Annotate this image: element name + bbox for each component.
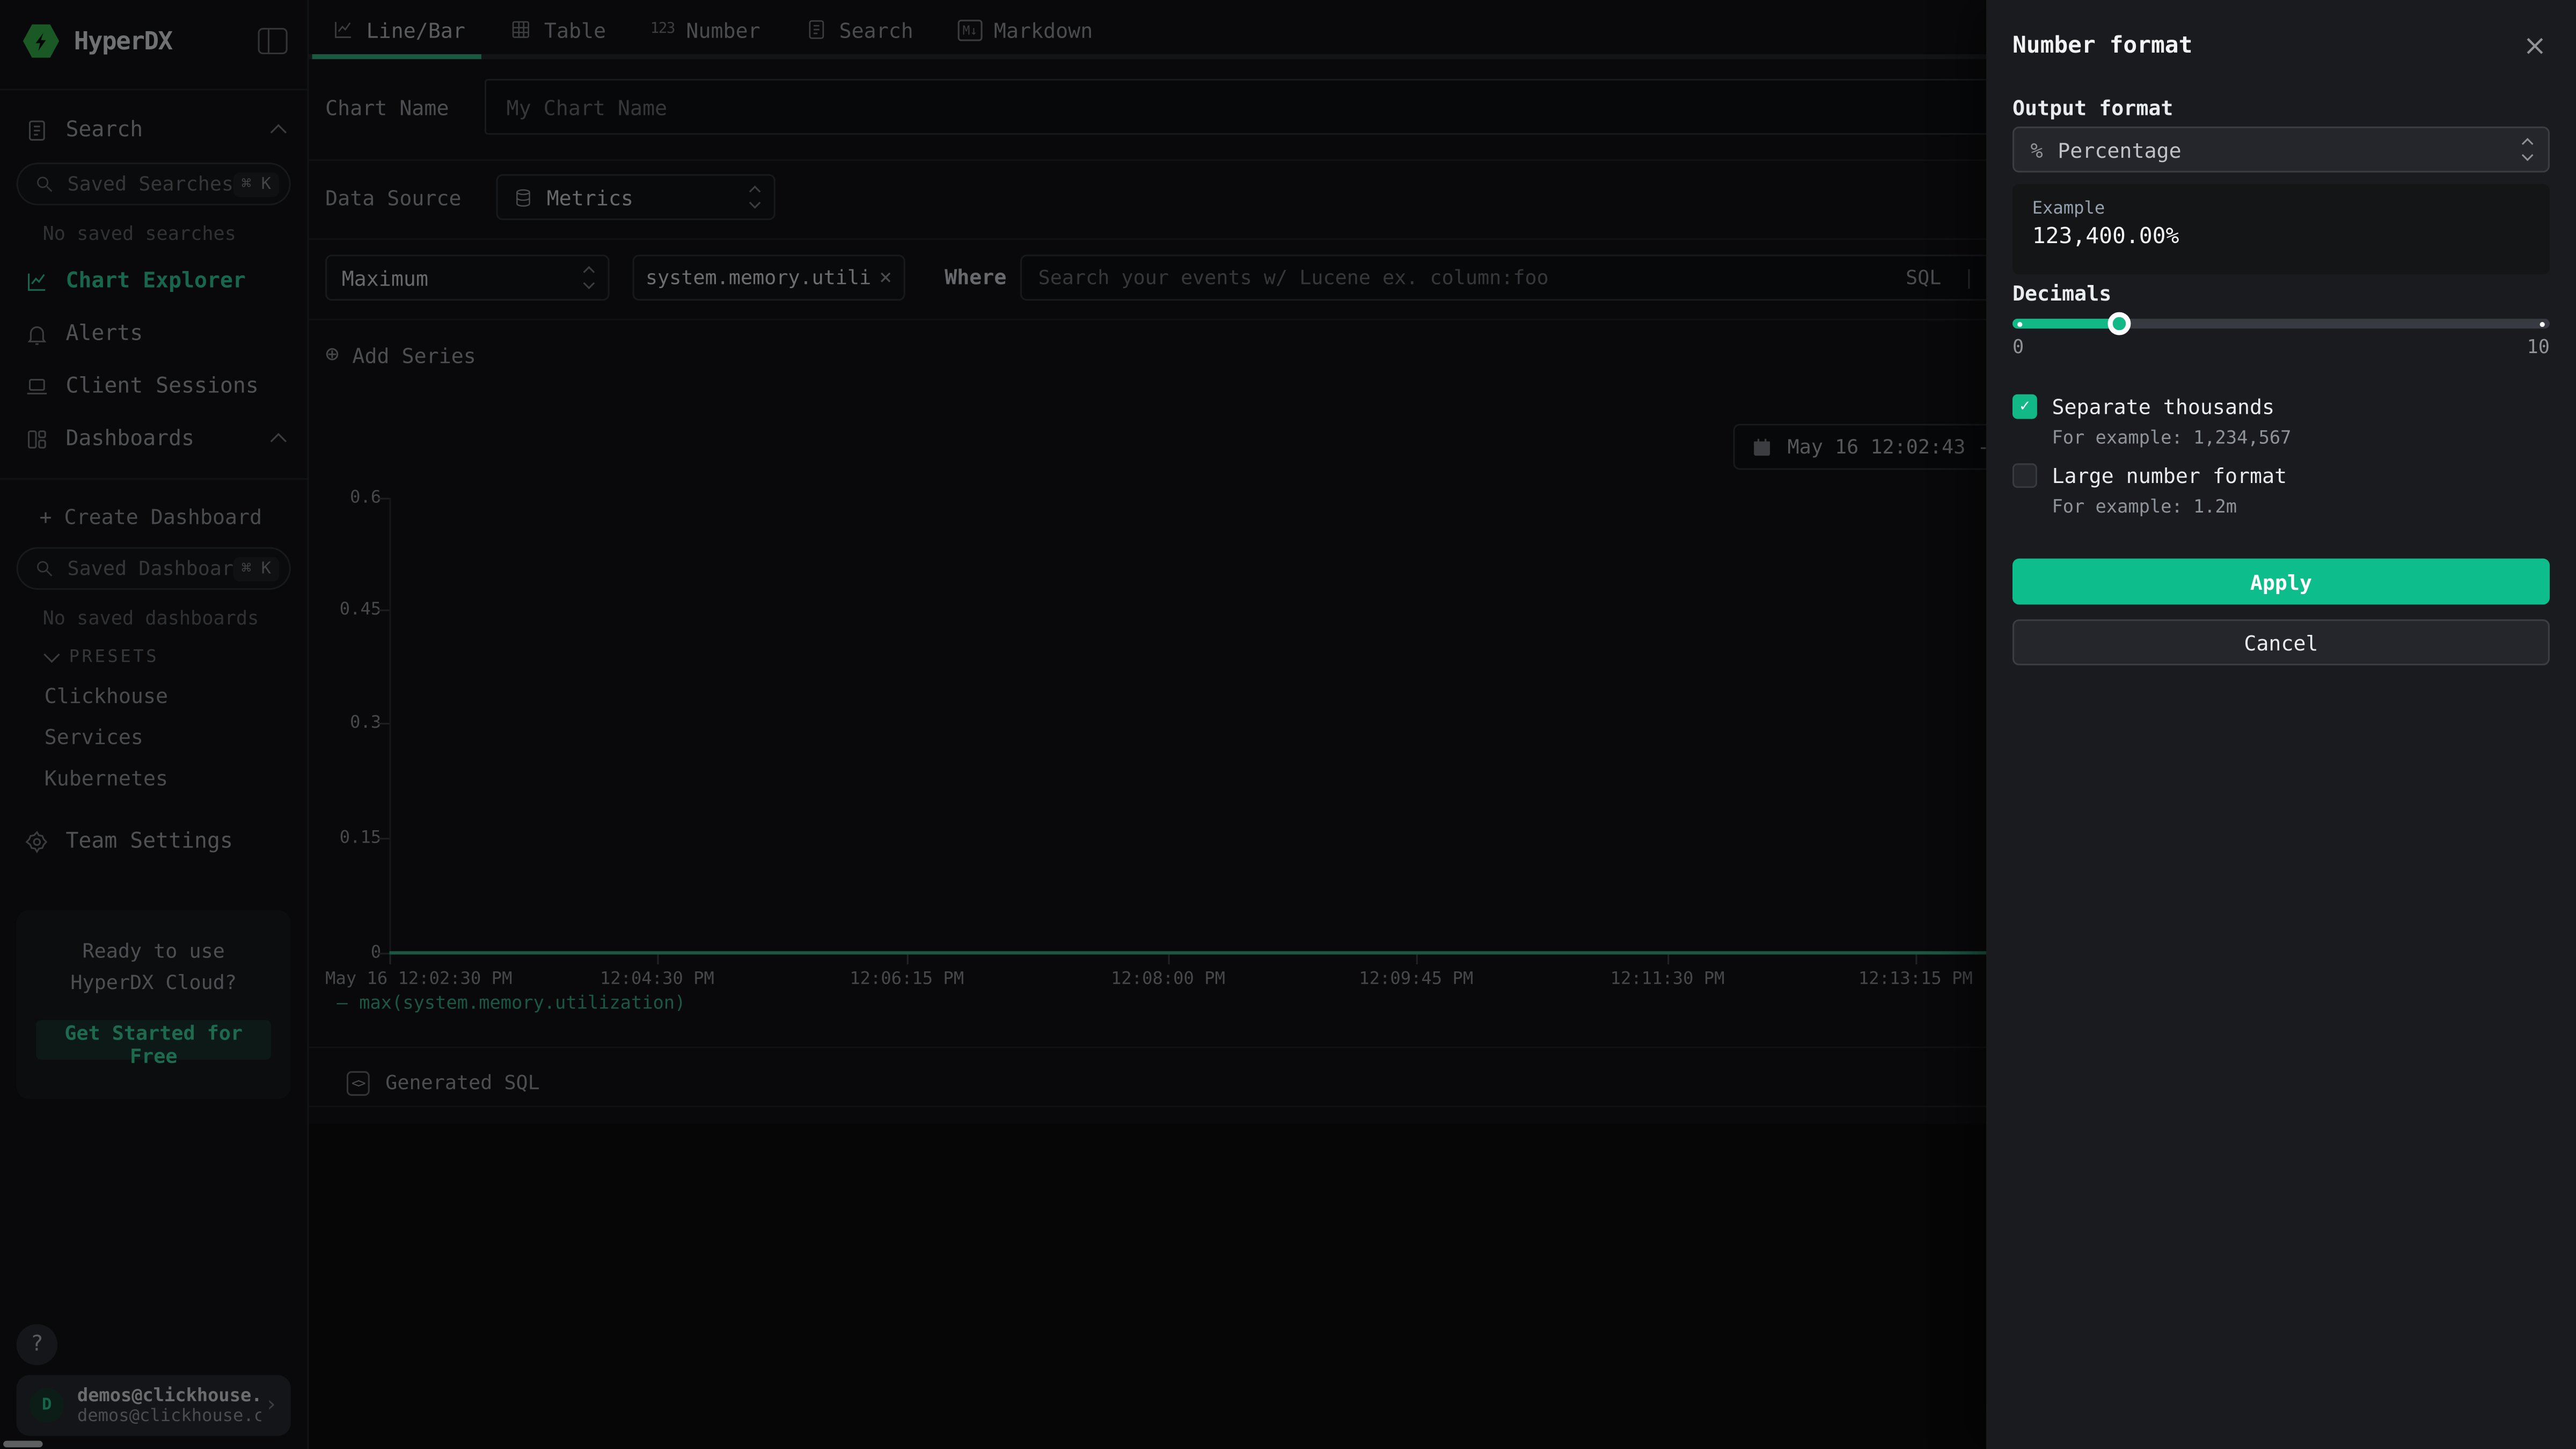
apply-button[interactable]: Apply [2012, 559, 2550, 605]
chevron-updown-icon [2500, 140, 2531, 159]
cancel-button[interactable]: Cancel [2012, 619, 2550, 665]
output-format-label: Output format [2012, 96, 2174, 120]
separate-thousands-label: Separate thousands [2052, 394, 2274, 419]
large-number-label: Large number format [2052, 463, 2287, 488]
large-number-example: For example: 1.2m [2052, 496, 2550, 517]
example-card: Example 123,400.00% [2012, 184, 2550, 274]
number-format-panel: Number format Output format % Percentage… [1986, 0, 2576, 1449]
output-format-value: Percentage [2058, 137, 2181, 162]
slider-minmax-labels: 0 10 [2012, 335, 2550, 358]
separate-thousands-checkbox-row[interactable]: ✓ Separate thousands [2012, 394, 2550, 419]
output-format-select[interactable]: % Percentage [2012, 127, 2550, 173]
decimals-label: Decimals [2012, 281, 2111, 305]
example-label: Example [2032, 199, 2530, 218]
separate-thousands-example: For example: 1,234,567 [2052, 427, 2550, 449]
large-number-checkbox-row[interactable]: Large number format [2012, 463, 2550, 488]
slider-min-label: 0 [2012, 335, 2024, 358]
example-value: 123,400.00% [2032, 223, 2530, 250]
app-root: HyperDX Search Saved Searches ⌘ K No sav… [0, 0, 2576, 1449]
close-icon[interactable] [2520, 31, 2550, 61]
decimals-slider[interactable] [2012, 312, 2550, 335]
percent-icon: % [2031, 137, 2043, 162]
checkbox-checked-icon[interactable]: ✓ [2012, 394, 2037, 419]
checkbox-unchecked-icon[interactable] [2012, 463, 2037, 488]
slider-handle[interactable] [2109, 312, 2132, 335]
slider-fill [2012, 319, 2120, 328]
slider-max-label: 10 [2527, 335, 2550, 358]
separate-thousands-option: ✓ Separate thousands For example: 1,234,… [2012, 394, 2550, 449]
panel-title: Number format [2012, 33, 2192, 59]
large-number-option: Large number format For example: 1.2m [2012, 463, 2550, 517]
